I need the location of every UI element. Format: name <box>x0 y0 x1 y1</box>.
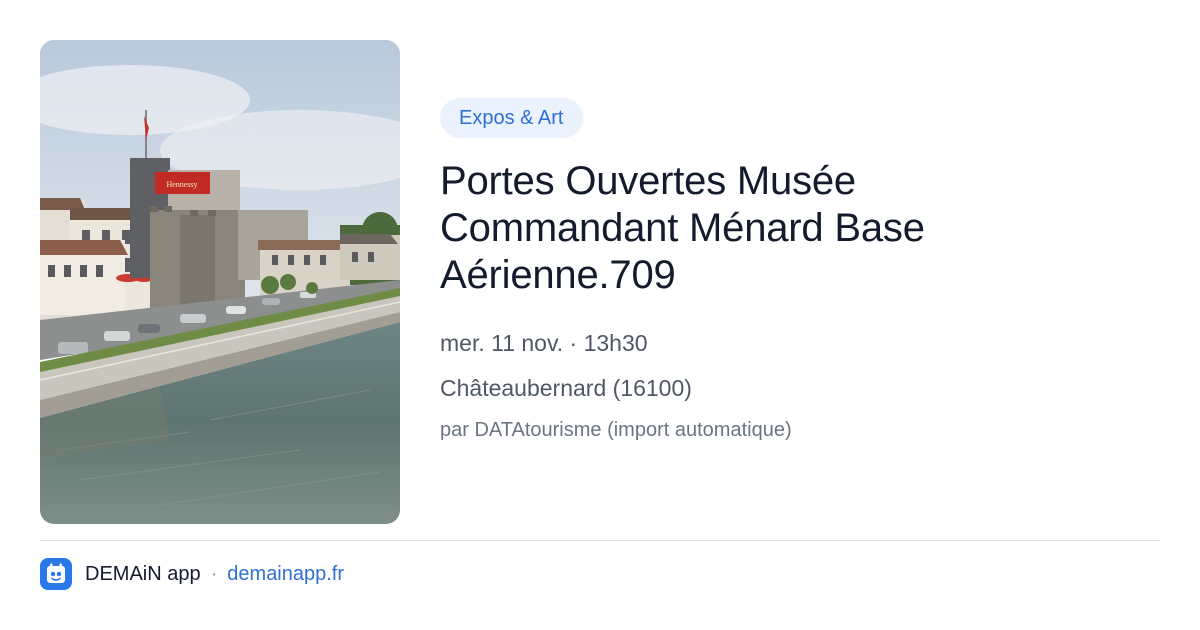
footer-separator: · <box>210 562 218 585</box>
event-info: Expos & Art Portes Ouvertes Musée Comman… <box>440 98 1160 443</box>
event-date: mer. 11 nov. · 13h30 <box>440 330 648 356</box>
event-location: Châteaubernard (16100) <box>440 375 692 401</box>
event-source: par DATAtourisme (import automatique) <box>440 419 792 441</box>
app-name: DEMAiN app <box>85 562 201 585</box>
event-photo: Hennessy <box>40 40 400 524</box>
app-url-link[interactable]: demainapp.fr <box>227 563 344 586</box>
footer: DEMAiN app · demainapp.fr <box>40 558 344 590</box>
category-chip[interactable]: Expos & Art <box>440 98 583 138</box>
event-title: Portes Ouvertes Musée Commandant Ménard … <box>440 159 925 297</box>
hennessy-sign: Hennessy <box>166 180 197 189</box>
demain-app-logo-icon <box>40 558 72 590</box>
riverside-town-image: Hennessy <box>40 40 400 524</box>
footer-divider <box>40 540 1160 541</box>
